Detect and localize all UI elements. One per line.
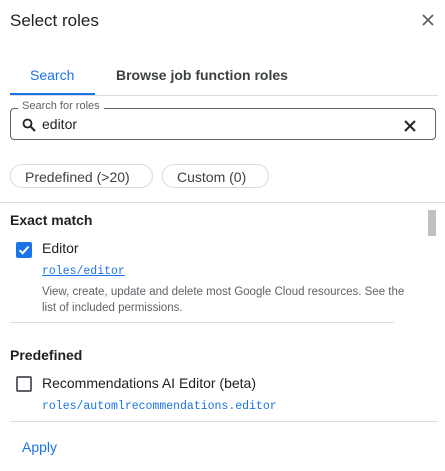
- check-icon: [18, 245, 30, 255]
- scrollbar-thumb[interactable]: [428, 210, 436, 236]
- role-id: roles/automlrecommendations.editor: [42, 400, 277, 413]
- role-checkbox-editor[interactable]: [16, 242, 32, 258]
- role-name: Editor: [42, 240, 79, 256]
- clear-search-button[interactable]: [402, 118, 418, 134]
- section-heading-predefined: Predefined: [10, 347, 83, 363]
- role-name: Recommendations AI Editor (beta): [42, 375, 256, 391]
- role-checkbox-recommendations-ai-editor[interactable]: [16, 376, 32, 392]
- filter-chip-predefined[interactable]: Predefined (>20): [10, 164, 153, 188]
- filter-chip-custom[interactable]: Custom (0): [162, 164, 269, 188]
- section-heading-exact-match: Exact match: [10, 212, 93, 228]
- tab-browse-job-function-roles[interactable]: Browse job function roles: [116, 67, 288, 83]
- close-button[interactable]: [418, 10, 438, 30]
- tabs-divider: [10, 95, 438, 96]
- dialog-title: Select roles: [10, 11, 99, 30]
- footer-divider: [10, 421, 438, 422]
- close-icon: [422, 14, 434, 26]
- apply-button[interactable]: Apply: [22, 439, 57, 455]
- row-divider: [10, 322, 394, 323]
- clear-icon: [404, 120, 416, 132]
- search-input[interactable]: [42, 112, 382, 136]
- role-description: View, create, update and delete most Goo…: [42, 286, 405, 314]
- search-icon: [22, 118, 36, 132]
- role-id-link[interactable]: roles/editor: [42, 265, 125, 278]
- search-field-label: Search for roles: [18, 100, 104, 112]
- chips-divider: [0, 202, 445, 203]
- tab-search[interactable]: Search: [30, 67, 74, 83]
